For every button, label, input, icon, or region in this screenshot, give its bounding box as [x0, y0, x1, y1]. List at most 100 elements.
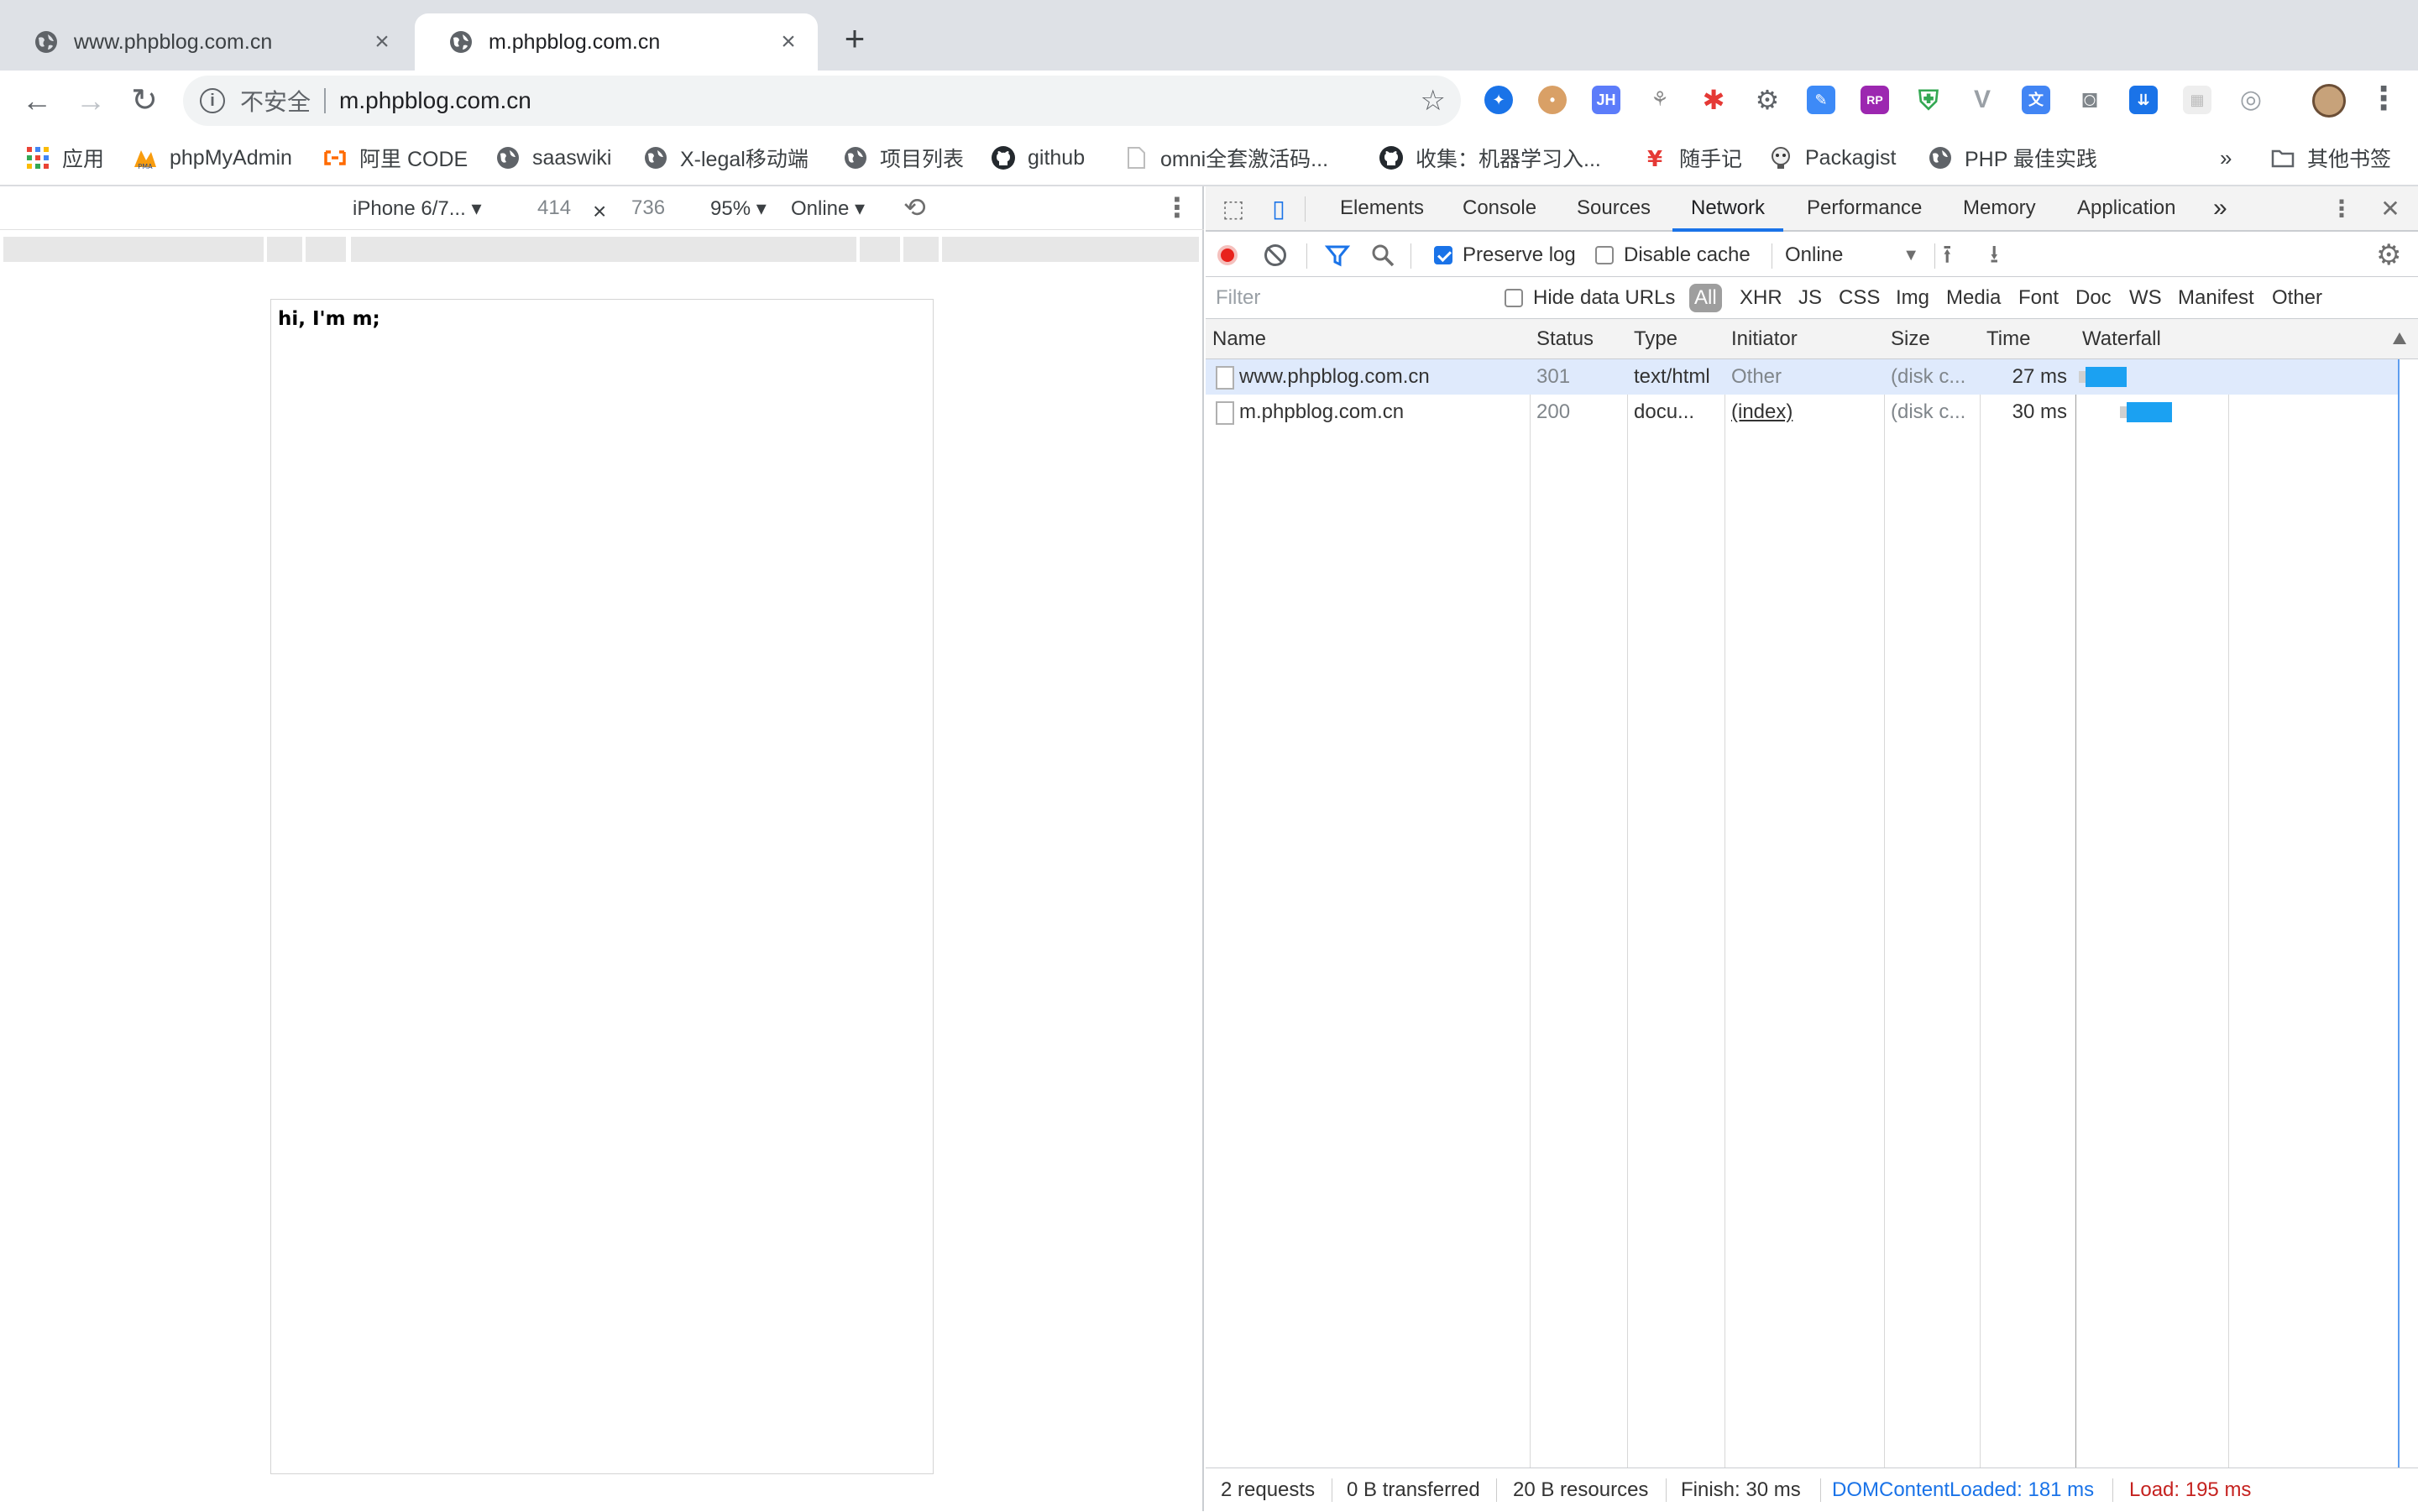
column-header-time[interactable]: Time: [1980, 319, 2030, 359]
bookmark-php-best[interactable]: PHP 最佳实践: [1928, 139, 2097, 176]
bookmark-star-icon[interactable]: ☆: [1421, 84, 1446, 118]
filter-type-all[interactable]: All: [1689, 284, 1722, 312]
bookmark-other-folder[interactable]: 其他书签: [2270, 139, 2391, 176]
viewport-width[interactable]: 414: [537, 196, 571, 220]
media-query-bar[interactable]: [351, 237, 856, 262]
address-bar[interactable]: i 不安全 m.phpblog.com.cn ☆: [183, 76, 1461, 126]
column-header-status[interactable]: Status: [1530, 319, 1594, 359]
record-button[interactable]: [1217, 233, 1238, 277]
bookmark-omni[interactable]: omni全套激活码...: [1123, 139, 1328, 176]
reload-icon[interactable]: ↻: [124, 81, 165, 121]
bookmark-phpmyadmin[interactable]: PMA phpMyAdmin: [133, 139, 292, 176]
bookmarks-overflow-button[interactable]: »: [2220, 139, 2232, 176]
extension-1-icon[interactable]: ✦: [1484, 86, 1513, 114]
bookmark-ml[interactable]: 收集：机器学习入...: [1379, 139, 1601, 176]
device-toggle-icon[interactable]: ▯: [1264, 195, 1293, 223]
gear-extension-icon[interactable]: ⚙: [1753, 86, 1782, 114]
more-vert-icon[interactable]: ⋮: [2327, 195, 2356, 223]
table-row[interactable]: m.phpblog.com.cn200docu...(index)(disk c…: [1206, 395, 2398, 430]
column-header-size[interactable]: Size: [1884, 319, 1930, 359]
vue-extension-icon[interactable]: V: [1968, 86, 1997, 114]
tab-application[interactable]: Application: [2077, 186, 2175, 232]
column-header-name[interactable]: Name: [1206, 319, 1266, 359]
more-vert-icon[interactable]: ⋮: [1164, 191, 1191, 223]
react-extension-icon[interactable]: ◎: [2237, 86, 2265, 114]
bookmark-github[interactable]: github: [991, 139, 1085, 176]
tab-performance[interactable]: Performance: [1807, 186, 1922, 232]
rp-extension-icon[interactable]: RP: [1861, 86, 1889, 114]
viewport-height[interactable]: 736: [631, 196, 665, 220]
hide-data-urls-checkbox[interactable]: Hide data URLs: [1505, 284, 1675, 312]
filter-type-css[interactable]: CSS: [1839, 284, 1880, 312]
media-query-bar[interactable]: [267, 237, 302, 262]
throttle-select[interactable]: Online ▾: [791, 196, 865, 221]
emulated-viewport[interactable]: hi, I'm m;: [270, 299, 934, 1474]
device-select[interactable]: iPhone 6/7... ▾: [353, 196, 481, 221]
new-tab-button[interactable]: +: [836, 22, 873, 59]
close-tab-icon[interactable]: ×: [776, 28, 801, 56]
close-devtools-icon[interactable]: ✕: [2376, 195, 2405, 223]
shield-extension-icon[interactable]: ⛨: [1914, 86, 1943, 114]
avatar[interactable]: [2312, 84, 2346, 118]
info-icon[interactable]: i: [200, 88, 225, 113]
search-button[interactable]: [1370, 233, 1395, 277]
clear-button[interactable]: [1264, 233, 1286, 277]
bookmark-saaswiki[interactable]: saaswiki: [495, 139, 611, 176]
bookmark-suishouji[interactable]: ¥ 随手记: [1642, 139, 1742, 176]
preserve-log-checkbox[interactable]: Preserve log: [1434, 233, 1576, 277]
waterfall-bar[interactable]: [2127, 402, 2172, 422]
cookie-extension-icon[interactable]: •: [1538, 86, 1567, 114]
network-throttle-select[interactable]: Online ▼: [1785, 233, 1919, 277]
tab-console[interactable]: Console: [1463, 186, 1536, 232]
media-query-bar[interactable]: [860, 237, 900, 262]
back-arrow-icon[interactable]: ←: [17, 81, 57, 121]
request-name[interactable]: m.phpblog.com.cn: [1239, 395, 1525, 430]
browser-tab-1[interactable]: www.phpblog.com.cn ×: [0, 13, 411, 71]
bookmark-aliyun[interactable]: 阿里 CODE: [322, 139, 468, 176]
more-vert-icon[interactable]: ⋮: [2368, 82, 2393, 119]
column-header-waterfall[interactable]: Waterfall: [2075, 319, 2418, 359]
network-settings-gear-icon[interactable]: ⚙: [2376, 233, 2401, 277]
bookmark-x-legal[interactable]: X-legal移动端: [643, 139, 809, 176]
filter-type-other[interactable]: Other: [2272, 284, 2322, 312]
tab-elements[interactable]: Elements: [1340, 186, 1424, 232]
media-query-bar[interactable]: [306, 237, 346, 262]
tree-extension-icon[interactable]: ⚘: [1646, 86, 1674, 114]
filter-type-manifest[interactable]: Manifest: [2178, 284, 2254, 312]
media-query-bar[interactable]: [942, 237, 1199, 262]
star-extension-icon[interactable]: ✱: [1699, 86, 1728, 114]
close-tab-icon[interactable]: ×: [369, 28, 395, 56]
waterfall-bar[interactable]: [2086, 367, 2127, 387]
browser-tab-2[interactable]: m.phpblog.com.cn ×: [415, 13, 818, 71]
security-label[interactable]: 不安全: [240, 84, 311, 118]
edit-extension-icon[interactable]: ✎: [1807, 86, 1835, 114]
tab-sources[interactable]: Sources: [1577, 186, 1651, 232]
bookmark-project-list[interactable]: 项目列表: [843, 139, 964, 176]
request-name[interactable]: www.phpblog.com.cn: [1239, 359, 1525, 395]
filter-type-js[interactable]: JS: [1798, 284, 1822, 312]
export-har-icon[interactable]: ⭳: [1990, 233, 1999, 277]
more-tabs-button[interactable]: »: [2213, 186, 2227, 232]
media-query-bar[interactable]: [903, 237, 939, 262]
disable-cache-checkbox[interactable]: Disable cache: [1595, 233, 1751, 277]
filter-type-img[interactable]: Img: [1896, 284, 1929, 312]
filter-type-media[interactable]: Media: [1946, 284, 2001, 312]
filter-toggle-button[interactable]: [1325, 233, 1350, 277]
column-header-type[interactable]: Type: [1627, 319, 1677, 359]
request-initiator[interactable]: (index): [1725, 395, 1881, 430]
column-header-initiator[interactable]: Initiator: [1725, 319, 1798, 359]
bookmark-apps[interactable]: 应用: [25, 139, 104, 176]
filter-type-doc[interactable]: Doc: [2075, 284, 2112, 312]
translate-extension-icon[interactable]: 文: [2022, 86, 2050, 114]
camera-extension-icon[interactable]: ◙: [2075, 86, 2104, 114]
table-row[interactable]: www.phpblog.com.cn301text/htmlOther(disk…: [1206, 359, 2398, 395]
filter-type-xhr[interactable]: XHR: [1740, 284, 1782, 312]
import-har-icon[interactable]: ⭱: [1943, 233, 1952, 277]
tab-memory[interactable]: Memory: [1963, 186, 2036, 232]
tab-network[interactable]: Network: [1672, 186, 1783, 232]
media-query-bar[interactable]: [3, 237, 264, 262]
download-extension-icon[interactable]: ⇊: [2129, 86, 2158, 114]
forward-arrow-icon[interactable]: →: [71, 81, 111, 121]
filter-input[interactable]: Filter: [1212, 284, 1493, 312]
filter-type-font[interactable]: Font: [2018, 284, 2059, 312]
